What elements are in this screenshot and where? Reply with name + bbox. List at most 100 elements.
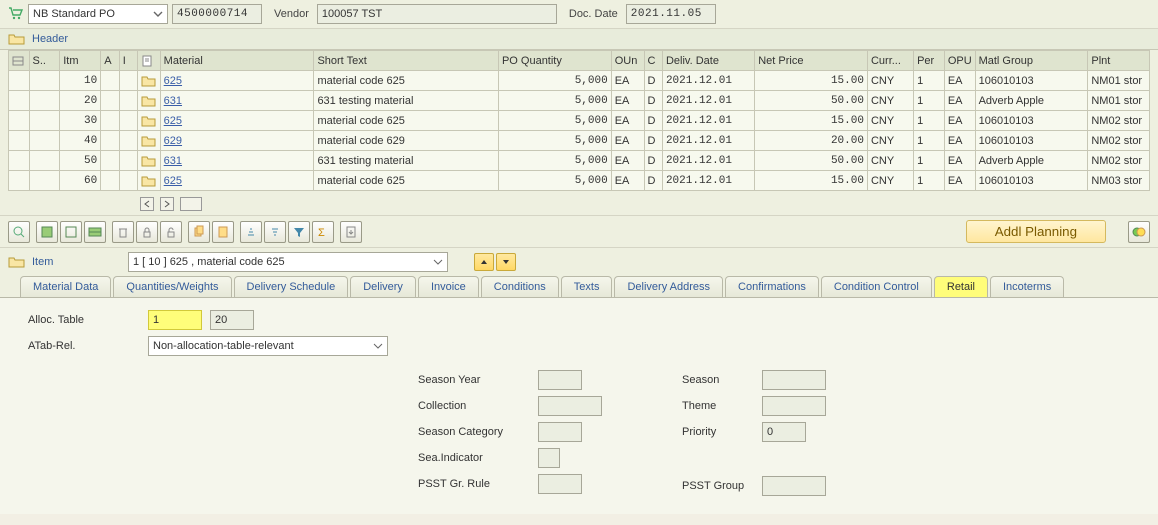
overview-button[interactable] [84, 221, 106, 243]
season-field[interactable] [762, 370, 826, 390]
collection-field[interactable] [538, 396, 602, 416]
psst-group-field[interactable] [762, 476, 826, 496]
col-c[interactable]: C [644, 51, 662, 71]
cell-folder[interactable] [138, 151, 161, 171]
sort-desc-button[interactable] [264, 221, 286, 243]
col-material[interactable]: Material [160, 51, 314, 71]
table-row[interactable]: 30625material code 6255,000EAD2021.12.01… [9, 111, 1150, 131]
tab-material-data[interactable]: Material Data [20, 276, 111, 297]
cell-material[interactable]: 629 [160, 131, 314, 151]
col-curr[interactable]: Curr... [867, 51, 913, 71]
tab-delivery-address[interactable]: Delivery Address [614, 276, 723, 297]
tab-invoice[interactable]: Invoice [418, 276, 479, 297]
table-row[interactable]: 60625material code 6255,000EAD2021.12.01… [9, 171, 1150, 191]
table-row[interactable]: 40629material code 6295,000EAD2021.12.01… [9, 131, 1150, 151]
col-selector[interactable] [9, 51, 30, 71]
col-status[interactable]: S.. [29, 51, 60, 71]
cell-itm: 30 [60, 111, 101, 131]
row-selector[interactable] [9, 111, 30, 131]
item-selector-dropdown[interactable]: 1 [ 10 ] 625 , material code 625 [128, 252, 448, 272]
col-opu[interactable]: OPU [944, 51, 975, 71]
season-cat-field[interactable] [538, 422, 582, 442]
cell-i [119, 131, 137, 151]
row-selector[interactable] [9, 151, 30, 171]
currency-button[interactable] [1128, 221, 1150, 243]
scroll-right-button[interactable] [160, 197, 174, 211]
col-oun[interactable]: OUn [611, 51, 644, 71]
item-next-button[interactable] [496, 253, 516, 271]
col-i[interactable]: I [119, 51, 137, 71]
col-itm[interactable]: Itm [60, 51, 101, 71]
table-row[interactable]: 50631631 testing material5,000EAD2021.12… [9, 151, 1150, 171]
col-per[interactable]: Per [914, 51, 945, 71]
tab-texts[interactable]: Texts [561, 276, 613, 297]
atab-rel-dropdown[interactable]: Non-allocation-table-relevant [148, 336, 388, 356]
tab-condition-control[interactable]: Condition Control [821, 276, 932, 297]
sort-asc-button[interactable] [240, 221, 262, 243]
col-short-text[interactable]: Short Text [314, 51, 499, 71]
row-selector[interactable] [9, 171, 30, 191]
cell-material[interactable]: 625 [160, 111, 314, 131]
col-matl-group[interactable]: Matl Group [975, 51, 1088, 71]
paste-button[interactable] [212, 221, 234, 243]
tab-quantities[interactable]: Quantities/Weights [113, 276, 231, 297]
vendor-field[interactable]: 100057 TST [317, 4, 557, 24]
doc-type-dropdown[interactable]: NB Standard PO [28, 4, 168, 24]
cell-material[interactable]: 631 [160, 151, 314, 171]
priority-field[interactable]: 0 [762, 422, 806, 442]
table-row[interactable]: 20631631 testing material5,000EAD2021.12… [9, 91, 1150, 111]
col-icon[interactable] [138, 51, 161, 71]
tab-delivery[interactable]: Delivery [350, 276, 416, 297]
filter-button[interactable] [288, 221, 310, 243]
cell-folder[interactable] [138, 91, 161, 111]
lock-button[interactable] [136, 221, 158, 243]
deselect-all-button[interactable] [60, 221, 82, 243]
table-row[interactable]: 10625material code 6255,000EAD2021.12.01… [9, 71, 1150, 91]
col-po-qty[interactable]: PO Quantity [498, 51, 611, 71]
tab-confirmations[interactable]: Confirmations [725, 276, 819, 297]
row-selector[interactable] [9, 71, 30, 91]
cell-folder[interactable] [138, 71, 161, 91]
select-all-button[interactable] [36, 221, 58, 243]
tab-incoterms[interactable]: Incoterms [990, 276, 1064, 297]
cell-oun: EA [611, 171, 644, 191]
col-a[interactable]: A [101, 51, 119, 71]
season-year-field[interactable] [538, 370, 582, 390]
addl-planning-button[interactable]: Addl Planning [966, 220, 1106, 243]
scroll-left-button[interactable] [140, 197, 154, 211]
tab-retail[interactable]: Retail [934, 276, 988, 297]
psst-gr-rule-field[interactable] [538, 474, 582, 494]
doc-number-field[interactable]: 4500000714 [172, 4, 262, 24]
tab-delivery-schedule[interactable]: Delivery Schedule [234, 276, 349, 297]
cell-material[interactable]: 631 [160, 91, 314, 111]
sum-button[interactable]: Σ [312, 221, 334, 243]
doc-date-field[interactable]: 2021.11.05 [626, 4, 716, 24]
cell-material[interactable]: 625 [160, 71, 314, 91]
item-prev-button[interactable] [474, 253, 494, 271]
scroll-detail-button[interactable] [180, 197, 202, 211]
export-button[interactable] [340, 221, 362, 243]
alloc-table-field-2[interactable]: 20 [210, 310, 254, 330]
sea-indicator-field[interactable] [538, 448, 560, 468]
unlock-button[interactable] [160, 221, 182, 243]
cell-a [101, 131, 119, 151]
delete-button[interactable] [112, 221, 134, 243]
detail-view-button[interactable] [8, 221, 30, 243]
alloc-table-field-1[interactable]: 1 [148, 310, 202, 330]
row-selector[interactable] [9, 131, 30, 151]
row-selector[interactable] [9, 91, 30, 111]
header-collapse-row[interactable]: Header [0, 29, 1158, 50]
document-header: NB Standard PO 4500000714 Vendor 100057 … [0, 0, 1158, 29]
tab-conditions[interactable]: Conditions [481, 276, 559, 297]
copy-button[interactable] [188, 221, 210, 243]
theme-field[interactable] [762, 396, 826, 416]
cell-qty: 5,000 [498, 111, 611, 131]
col-net-price[interactable]: Net Price [755, 51, 868, 71]
cell-folder[interactable] [138, 131, 161, 151]
cell-material[interactable]: 625 [160, 171, 314, 191]
cell-folder[interactable] [138, 171, 161, 191]
col-plnt[interactable]: Plnt [1088, 51, 1150, 71]
cell-folder[interactable] [138, 111, 161, 131]
col-deliv-date[interactable]: Deliv. Date [662, 51, 754, 71]
folder-open-icon[interactable] [8, 254, 26, 270]
